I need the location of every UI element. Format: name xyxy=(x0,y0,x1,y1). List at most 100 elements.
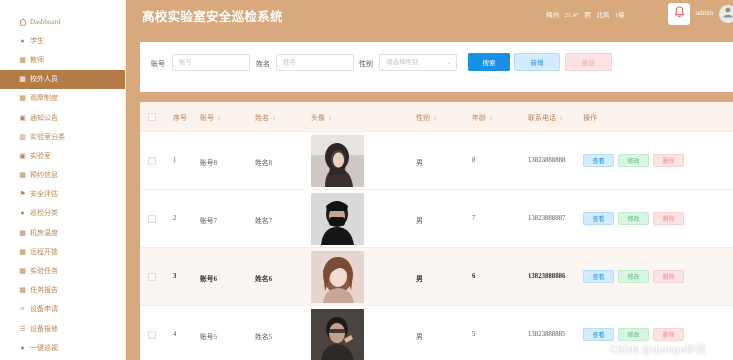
sidebar: Dashboard ● 学生 ▦ 教师 ▦ 校外人员 ▦ 观摩制度 ▣ 通知公告 ▥ 实验室… xyxy=(0,0,126,360)
home-icon xyxy=(18,17,27,26)
briefcase-icon: ▣ xyxy=(19,113,26,122)
edit-button[interactable]: 修改 xyxy=(618,154,649,167)
avatar-icon xyxy=(722,5,733,23)
sort-icon: ⇕ xyxy=(489,117,494,122)
location-icon: ● xyxy=(20,36,25,45)
sidebar-item-label: 巡检分类 xyxy=(30,209,58,218)
sidebar-item-lab-categories[interactable]: ▥ 实验室分类 xyxy=(0,127,125,146)
cell-name: 姓名5 xyxy=(255,334,272,341)
cell-gender: 男 xyxy=(416,276,423,283)
column-gender[interactable]: 性别 ⇕ xyxy=(416,113,437,123)
bar-chart-icon: ▥ xyxy=(19,132,26,141)
sidebar-item-label: 实验室 xyxy=(30,151,51,160)
sidebar-item-dashboard[interactable]: Dashboard xyxy=(0,12,125,31)
row-checkbox[interactable] xyxy=(148,273,156,281)
app-root: Dashboard ● 学生 ▦ 教师 ▦ 校外人员 ▦ 观摩制度 ▣ 通知公告 ▥ 实验室… xyxy=(0,0,733,360)
add-button[interactable]: 新增 xyxy=(514,53,560,71)
delete-button[interactable]: 删除 xyxy=(653,154,684,167)
name-input[interactable]: 姓名 xyxy=(276,54,354,71)
select-all-checkbox[interactable] xyxy=(148,113,156,121)
column-avatar[interactable]: 头像 ⇕ xyxy=(311,113,332,123)
sidebar-item-equipment-repair[interactable]: ☰ 设备报修 xyxy=(0,319,125,338)
column-label: 头像 xyxy=(311,114,325,122)
notification-bell-button[interactable] xyxy=(668,3,690,25)
cell-name: 姓名8 xyxy=(255,160,272,167)
check-square-icon: ▣ xyxy=(19,151,26,160)
view-button[interactable]: 查看 xyxy=(583,212,614,225)
gender-select-placeholder: 请选择性别 xyxy=(386,59,419,66)
grid-icon: ▦ xyxy=(19,75,26,84)
column-account[interactable]: 账号 ⇕ xyxy=(200,113,221,123)
column-name[interactable]: 姓名 ⇕ xyxy=(255,113,276,123)
weather-info: 梅州 21.4° 阴 北风 1级 xyxy=(546,9,629,19)
sidebar-item-notices[interactable]: ▣ 通知公告 xyxy=(0,108,125,127)
cell-account: 账号6 xyxy=(200,276,217,283)
sidebar-item-room-temperature[interactable]: ▦ 机房温度 xyxy=(0,223,125,242)
sidebar-item-label: 机房温度 xyxy=(30,228,58,237)
batch-delete-button[interactable]: 删除 xyxy=(565,53,612,71)
edit-button[interactable]: 修改 xyxy=(618,328,649,341)
sidebar-item-outsiders[interactable]: ▦ 校外人员 xyxy=(0,69,125,89)
search-button[interactable]: 搜索 xyxy=(468,53,510,71)
sort-icon: ⇕ xyxy=(328,117,333,122)
avatar-photo xyxy=(311,251,364,303)
sidebar-item-label: 教师 xyxy=(30,55,44,64)
view-button[interactable]: 查看 xyxy=(583,154,614,167)
weather-wind-level: 1级 xyxy=(614,12,625,19)
user-icon: ● xyxy=(20,343,25,352)
sidebar-item-label: 任务报告 xyxy=(30,286,58,295)
cell-name: 姓名6 xyxy=(255,276,272,283)
sidebar-item-task-reports[interactable]: ▦ 任务报告 xyxy=(0,281,125,300)
row-checkbox[interactable] xyxy=(148,331,156,339)
sidebar-item-label: 安全评估 xyxy=(30,190,58,199)
cell-phone: 13823888888 xyxy=(528,157,566,164)
cell-name: 姓名7 xyxy=(255,218,272,225)
avatar-photo xyxy=(311,135,364,187)
top-header: 高校实验室安全巡检系统 梅州 21.4° 阴 北风 1级 admin xyxy=(126,0,733,28)
sidebar-item-remote-unlock[interactable]: ▦ 远程开锁 xyxy=(0,242,125,261)
weather-condition: 阴 xyxy=(584,12,591,19)
row-checkbox[interactable] xyxy=(148,157,156,165)
sidebar-item-one-click-patrol[interactable]: ● 一键巡视 xyxy=(0,338,125,357)
column-phone[interactable]: 联系电话 ⇕ xyxy=(528,113,563,123)
sidebar-item-label: 一键巡视 xyxy=(30,343,58,352)
bell-icon xyxy=(673,5,685,23)
sidebar-item-observation-rules[interactable]: ▦ 观摩制度 xyxy=(0,89,125,108)
sidebar-item-teachers[interactable]: ▦ 教师 xyxy=(0,50,125,69)
sidebar-item-safety-assessment[interactable]: ⚑ 安全评估 xyxy=(0,185,125,204)
delete-button[interactable]: 删除 xyxy=(653,328,684,341)
account-input[interactable]: 账号 xyxy=(172,54,250,71)
sidebar-item-lab-tasks[interactable]: ▦ 实验任务 xyxy=(0,261,125,280)
cell-account: 账号8 xyxy=(200,160,217,167)
edit-button[interactable]: 修改 xyxy=(618,212,649,225)
view-button[interactable]: 查看 xyxy=(583,270,614,283)
delete-button[interactable]: 删除 xyxy=(653,270,684,283)
user-avatar[interactable] xyxy=(719,5,733,23)
sidebar-item-reservations[interactable]: ▦ 预约信息 xyxy=(0,166,125,185)
sidebar-item-equipment-requests[interactable]: ≡ 设备申请 xyxy=(0,300,125,319)
cell-age: 8 xyxy=(472,157,476,164)
chevron-down-icon: ⌄ xyxy=(445,60,451,66)
row-checkbox[interactable] xyxy=(148,215,156,223)
avatar-photo xyxy=(311,193,364,245)
cell-gender: 男 xyxy=(416,334,423,341)
sidebar-item-labs[interactable]: ▣ 实验室 xyxy=(0,146,125,165)
cell-seq: 4 xyxy=(173,331,177,338)
column-label: 账号 xyxy=(200,114,214,122)
sidebar-item-label: 预约信息 xyxy=(30,171,58,180)
sliders-icon: ≡ xyxy=(20,305,25,314)
table-row: 2 账号7 姓名7 男 7 13823888887 查看 修改 删除 xyxy=(140,190,733,248)
gender-select[interactable]: 请选择性别 ⌄ xyxy=(379,54,457,71)
view-button[interactable]: 查看 xyxy=(583,328,614,341)
sidebar-item-students[interactable]: ● 学生 xyxy=(0,31,125,50)
sidebar-item-label: 校外人员 xyxy=(30,75,58,84)
cell-account: 账号7 xyxy=(200,218,217,225)
grid-icon: ▦ xyxy=(19,267,26,276)
column-age[interactable]: 年龄 ⇕ xyxy=(472,113,493,123)
sidebar-item-inspection-categories[interactable]: ● 巡检分类 xyxy=(0,204,125,223)
weather-city: 梅州 xyxy=(546,12,559,19)
delete-button[interactable]: 删除 xyxy=(653,212,684,225)
username[interactable]: admin xyxy=(696,9,714,17)
edit-button[interactable]: 修改 xyxy=(618,270,649,283)
sidebar-nav: Dashboard ● 学生 ▦ 教师 ▦ 校外人员 ▦ 观摩制度 ▣ 通知公告 ▥ 实验室… xyxy=(0,12,125,357)
